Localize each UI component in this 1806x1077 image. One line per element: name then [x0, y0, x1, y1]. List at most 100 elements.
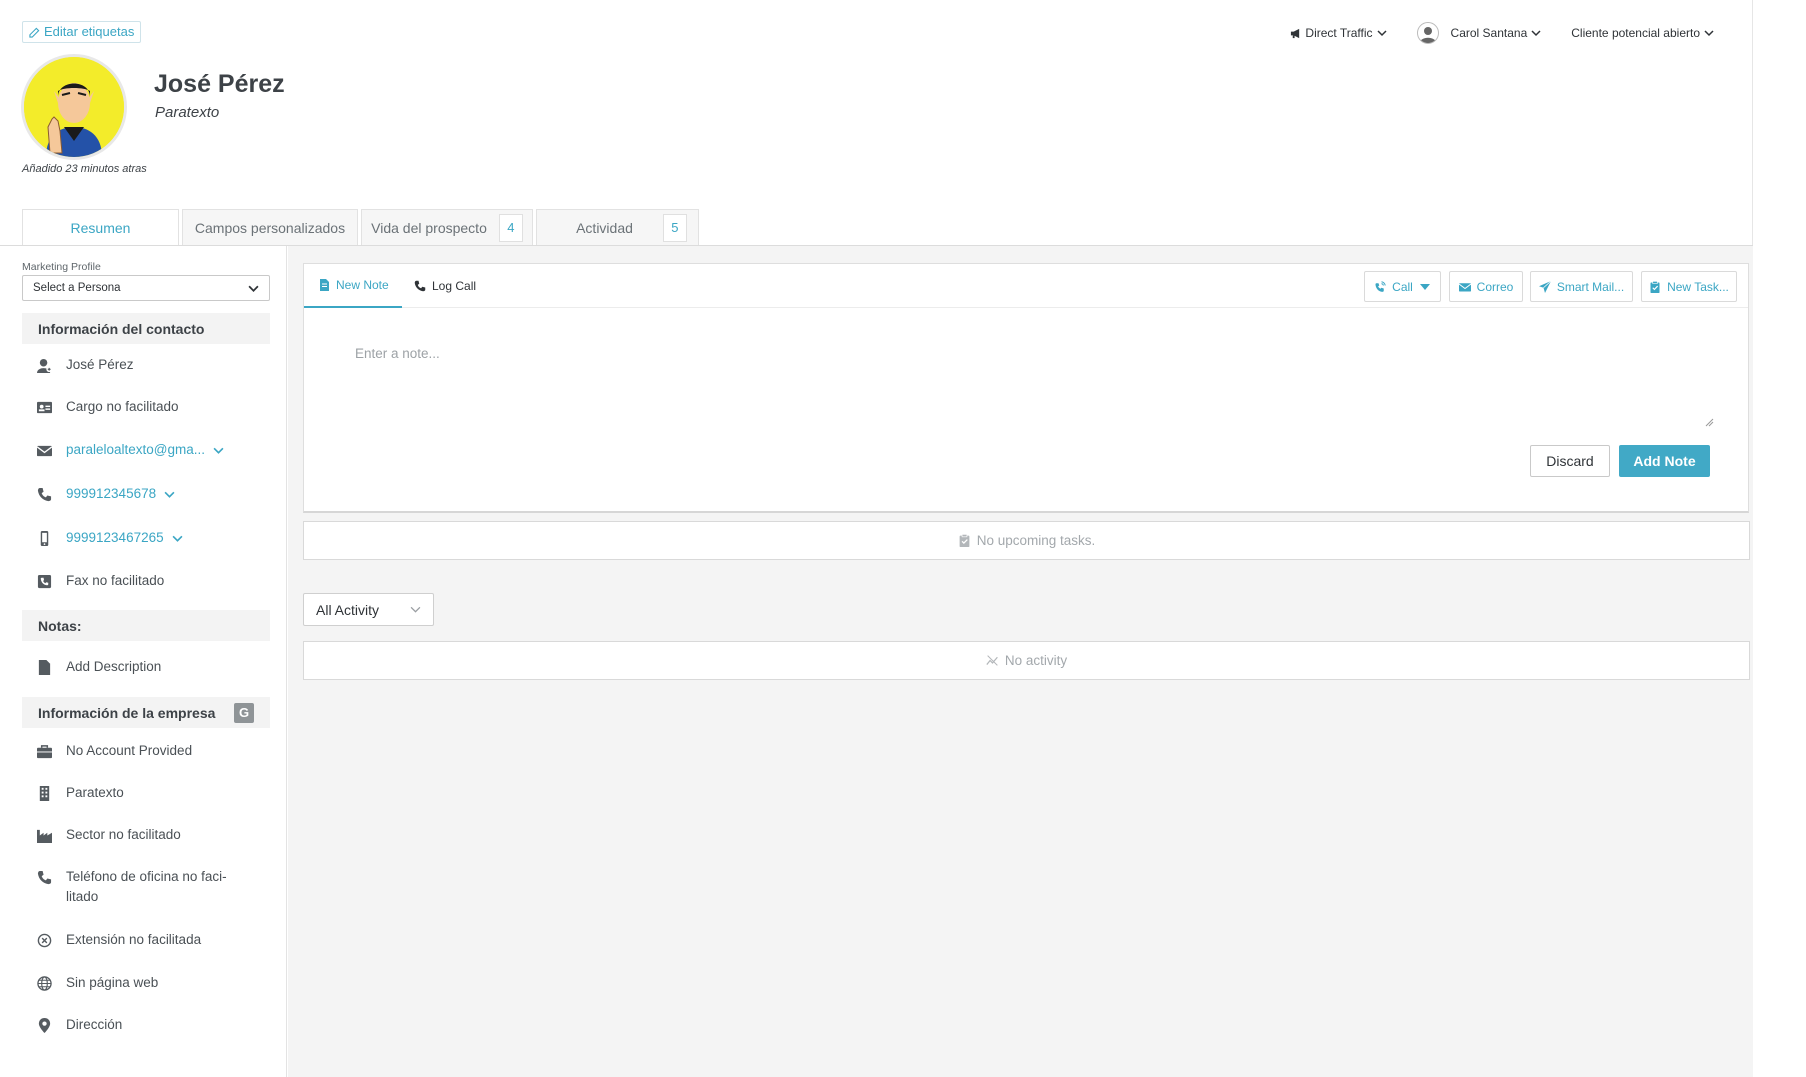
office-phone-row: Teléfono de oficina no faci- litado [36, 869, 266, 907]
tab-count-badge: 4 [498, 213, 523, 242]
edit-tags-button[interactable]: Editar etiquetas [22, 21, 142, 43]
correo-button[interactable]: Correo [1449, 271, 1523, 302]
envelope-icon [36, 442, 52, 458]
note-icon [320, 279, 329, 291]
industry-row: Sector no facilitado [36, 827, 266, 843]
tab-label: Resumen [70, 220, 131, 236]
owner-name: Carol Santana [1450, 26, 1528, 40]
tab-vida-del-prospecto[interactable]: Vida del prospecto 4 [361, 209, 533, 245]
briefcase-icon [36, 743, 52, 759]
contact-avatar [21, 54, 127, 160]
row-text: Sector no facilitado [66, 827, 181, 842]
tab-label: Actividad [576, 219, 633, 236]
row-text: Dirección [66, 1017, 123, 1032]
website-row: Sin página web [36, 975, 266, 991]
tab-actividad[interactable]: Actividad 5 [536, 209, 699, 245]
new-task-button[interactable]: New Task... [1641, 271, 1737, 302]
row-text: Cargo no facilitado [66, 399, 179, 414]
paper-plane-icon [1538, 280, 1551, 293]
google-lookup-button[interactable]: G [234, 702, 254, 723]
add-description-link[interactable]: Add Description [66, 659, 161, 674]
tab-label: Vida del prospecto [371, 219, 487, 236]
chevron-down-icon[interactable] [172, 533, 183, 544]
circle-x-icon [36, 932, 52, 948]
phone-row[interactable]: 999912345678 [36, 486, 266, 502]
correo-label: Correo [1476, 279, 1514, 294]
status-label: Cliente potencial abierto [1571, 26, 1700, 40]
contact-info-header: Información del contacto [22, 313, 270, 344]
persona-select[interactable]: Select a Persona [22, 275, 270, 301]
chevron-down-icon [1377, 30, 1387, 37]
chevron-down-icon[interactable] [164, 489, 175, 500]
row-text: Extensión no facilitada [66, 932, 202, 947]
call-button[interactable]: Call [1364, 271, 1441, 302]
caret-down-icon [1419, 283, 1430, 290]
tab-label: New Note [336, 278, 389, 292]
chevron-down-icon [1531, 30, 1541, 37]
activity-filter-value: All Activity [316, 601, 380, 618]
chevron-down-icon[interactable] [213, 445, 224, 456]
traffic-source-dropdown[interactable]: Direct Traffic [1290, 22, 1387, 44]
tab-log-call[interactable]: Log Call [414, 264, 494, 308]
smart-mail-label: Smart Mail... [1556, 279, 1625, 294]
fax-icon [36, 573, 52, 589]
contact-subtitle: Paratexto [155, 104, 220, 121]
status-dropdown[interactable]: Cliente potencial abierto [1571, 22, 1714, 44]
contact-name: José Pérez [154, 70, 285, 98]
traffic-source-label: Direct Traffic [1305, 26, 1373, 40]
email-link[interactable]: paraleloaltexto@gma... [66, 442, 205, 457]
empty-activity-text: No activity [1004, 653, 1068, 668]
address-row: Dirección [36, 1017, 266, 1033]
section-title: Información de la empresa [38, 704, 216, 721]
mobile-row[interactable]: 9999123467265 [36, 530, 266, 546]
phone-link[interactable]: 999912345678 [66, 486, 156, 501]
section-title: Información del contacto [38, 320, 205, 337]
user-icon [36, 357, 52, 373]
chevron-down-icon [248, 285, 259, 292]
persona-select-value: Select a Persona [33, 282, 121, 294]
clipboard-check-icon [1650, 280, 1660, 293]
call-label: Call [1392, 279, 1413, 294]
sidebar: Marketing Profile Select a Persona Infor… [0, 246, 287, 1077]
industry-icon [36, 827, 52, 843]
note-input[interactable] [305, 309, 1715, 431]
row-text: Teléfono de oficina no faci- litado [66, 869, 227, 904]
phone-icon [414, 280, 426, 292]
tab-bar: Resumen Campos personalizados Vida del p… [22, 209, 699, 246]
tab-resumen[interactable]: Resumen [22, 209, 179, 246]
mobile-link[interactable]: 9999123467265 [66, 530, 164, 545]
header-dropdowns: Direct Traffic Carol Santana Cliente pot… [1290, 22, 1714, 44]
add-note-button[interactable]: Add Note [1619, 445, 1710, 477]
building-icon [36, 785, 52, 801]
new-task-label: New Task... [1667, 279, 1729, 294]
contact-name-row: José Pérez [36, 357, 266, 373]
section-title: Notas: [38, 617, 82, 634]
envelope-icon [1458, 282, 1471, 291]
upcoming-tasks-box: No upcoming tasks. [303, 521, 1750, 560]
discard-button[interactable]: Discard [1530, 445, 1610, 477]
activity-box: No activity [303, 641, 1750, 680]
email-row[interactable]: paraleloaltexto@gma... [36, 442, 266, 458]
chevron-down-icon [1704, 30, 1714, 37]
resize-handle-icon[interactable] [1704, 417, 1714, 427]
tab-new-note[interactable]: New Note [304, 264, 402, 308]
note-composer: New Note Log Call Call Correo Smart Mail… [303, 263, 1749, 513]
user-avatar-icon [1416, 22, 1439, 44]
empty-tasks-text: No upcoming tasks. [976, 533, 1096, 548]
smart-mail-button[interactable]: Smart Mail... [1530, 271, 1633, 302]
globe-icon [36, 975, 52, 991]
activity-filter-select[interactable]: All Activity [303, 593, 434, 626]
add-description-row[interactable]: Add Description [36, 659, 266, 675]
line-chart-icon [986, 655, 998, 666]
owner-dropdown[interactable]: Carol Santana [1416, 22, 1542, 44]
contact-page: Editar etiquetas Direct Traffic Carol Sa… [0, 0, 1753, 1077]
mobile-icon [36, 530, 52, 546]
tab-campos-personalizados[interactable]: Campos personalizados [182, 209, 358, 245]
id-card-icon [36, 399, 52, 415]
main-panel: New Note Log Call Call Correo Smart Mail… [288, 246, 1753, 1077]
row-text: Sin página web [66, 975, 159, 990]
clipboard-check-icon [959, 534, 970, 547]
tab-count-badge: 5 [662, 213, 687, 242]
company-info-header: Información de la empresa G [22, 697, 270, 728]
megaphone-icon [1291, 28, 1300, 38]
